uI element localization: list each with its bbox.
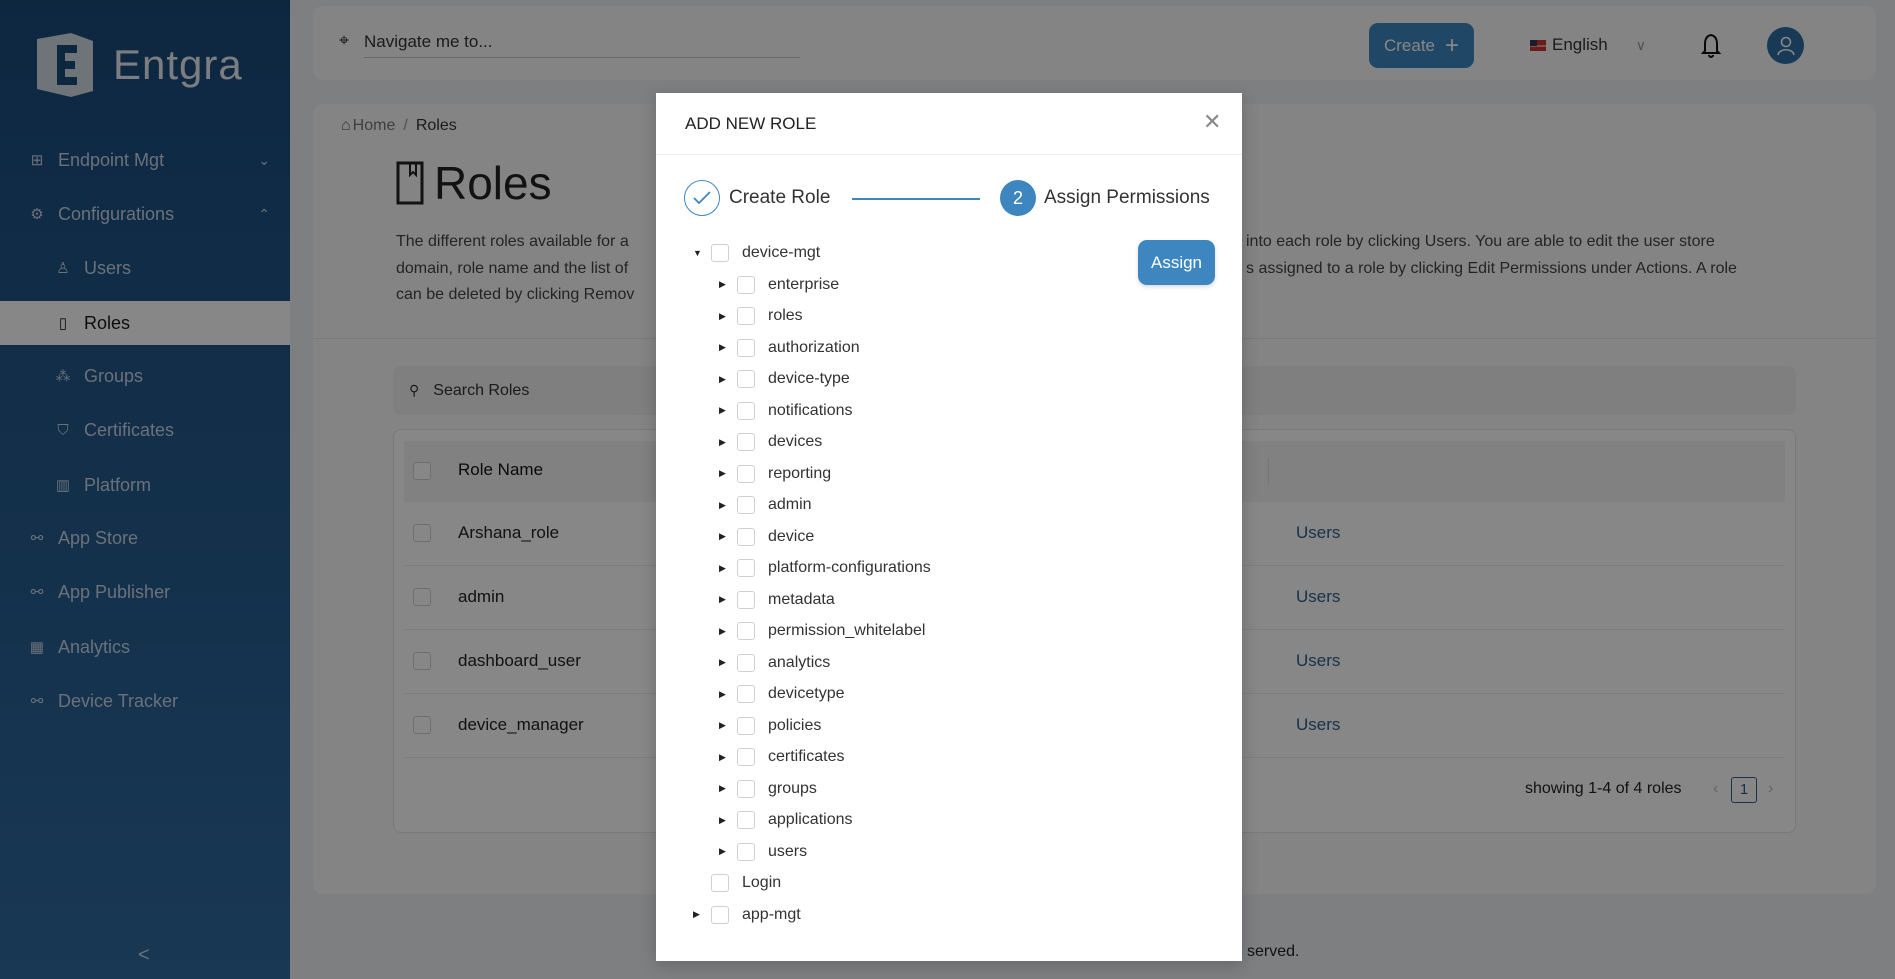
permission-label: reporting — [768, 464, 832, 482]
permission-label: enterprise — [768, 275, 840, 293]
permission-label: metadata — [768, 590, 835, 608]
permission-label: Login — [742, 874, 782, 891]
caret-right-icon[interactable]: ▶ — [719, 783, 729, 794]
tree-node: ▶ enterprise — [719, 273, 839, 297]
caret-right-icon[interactable]: ▶ — [719, 531, 729, 542]
permission-label: authorization — [768, 338, 860, 356]
caret-right-icon[interactable]: ▶ — [719, 500, 729, 511]
tree-node: Login — [693, 871, 781, 895]
step-create-role: Create Role — [729, 187, 831, 208]
permission-checkbox[interactable] — [737, 622, 755, 640]
permission-label: roles — [768, 307, 803, 324]
tree-node: ▶ roles — [719, 304, 803, 328]
permission-checkbox[interactable] — [737, 307, 755, 325]
permission-checkbox[interactable] — [737, 370, 755, 388]
permission-checkbox[interactable] — [711, 905, 729, 924]
caret-right-icon[interactable]: ▶ — [719, 752, 729, 763]
permission-label: platform-configurations — [768, 559, 931, 576]
caret-right-icon[interactable]: ▶ — [693, 909, 703, 920]
permission-label: policies — [768, 716, 822, 734]
tree-node: ▶ devicetype — [719, 682, 845, 706]
caret-right-icon[interactable]: ▶ — [719, 311, 729, 322]
tree-node: ▶ analytics — [719, 651, 830, 675]
permission-checkbox[interactable] — [737, 685, 755, 703]
permission-checkbox[interactable] — [737, 338, 755, 357]
step-connector — [852, 198, 980, 200]
step-done-check-icon — [684, 180, 720, 216]
permission-label: users — [768, 842, 808, 860]
permission-label: device — [768, 527, 815, 545]
permission-checkbox[interactable] — [737, 779, 755, 798]
step-assign-permissions: Assign Permissions — [1044, 187, 1210, 208]
permission-checkbox[interactable] — [737, 527, 755, 546]
tree-node: ▼ device-mgt — [693, 241, 820, 265]
caret-right-icon[interactable]: ▶ — [719, 846, 729, 857]
permission-label: device-type — [768, 370, 850, 387]
permission-checkbox[interactable] — [737, 842, 755, 861]
caret-right-icon[interactable]: ▶ — [719, 657, 729, 668]
permission-checkbox[interactable] — [737, 590, 755, 609]
tree-node: ▶ permission_whitelabel — [719, 619, 925, 643]
tree-node: ▶ notifications — [719, 399, 853, 423]
tree-node: ▶ admin — [719, 493, 812, 517]
permission-checkbox[interactable] — [737, 653, 755, 672]
caret-right-icon[interactable]: ▶ — [719, 594, 729, 605]
permission-checkbox[interactable] — [737, 433, 755, 451]
caret-right-icon[interactable]: ▶ — [719, 279, 729, 290]
permission-checkbox[interactable] — [737, 464, 755, 483]
caret-right-icon[interactable]: ▶ — [719, 374, 729, 385]
modal-header: ADD NEW ROLE ✕ — [656, 93, 1242, 155]
tree-node: ▶ metadata — [719, 588, 835, 612]
permission-label: notifications — [768, 401, 853, 419]
caret-right-icon[interactable]: ▶ — [719, 626, 729, 637]
tree-node: ▶ app-mgt — [693, 903, 801, 927]
permission-checkbox[interactable] — [737, 559, 755, 577]
caret-right-icon[interactable]: ▶ — [719, 720, 729, 731]
permission-checkbox[interactable] — [737, 716, 755, 735]
tree-node: ▶ authorization — [719, 336, 860, 360]
tree-node: ▶ device-type — [719, 367, 850, 391]
modal-title: ADD NEW ROLE — [685, 114, 817, 133]
permission-label: certificates — [768, 748, 845, 765]
permission-checkbox[interactable] — [737, 811, 755, 829]
tree-node: ▶ policies — [719, 714, 821, 738]
permission-checkbox[interactable] — [711, 874, 729, 892]
caret-right-icon[interactable]: ▶ — [719, 468, 729, 479]
caret-right-icon[interactable]: ▶ — [719, 563, 729, 574]
caret-down-icon[interactable]: ▼ — [693, 248, 703, 258]
tree-node: ▶ reporting — [719, 462, 831, 486]
permission-checkbox[interactable] — [711, 244, 729, 262]
permission-label: analytics — [768, 653, 831, 671]
tree-node: ▶ devices — [719, 430, 822, 454]
caret-right-icon[interactable]: ▶ — [719, 405, 729, 416]
step-number: 2 — [1000, 180, 1036, 216]
permission-checkbox[interactable] — [737, 401, 755, 420]
tree-node: ▶ groups — [719, 777, 817, 801]
caret-right-icon[interactable]: ▶ — [719, 815, 729, 826]
permission-label: devicetype — [768, 685, 845, 702]
permission-label: device-mgt — [742, 244, 821, 261]
tree-node: ▶ applications — [719, 808, 853, 832]
tree-node: ▶ users — [719, 840, 807, 864]
permission-label: app-mgt — [742, 905, 801, 923]
permission-checkbox[interactable] — [737, 275, 755, 294]
permission-label: permission_whitelabel — [768, 622, 926, 639]
tree-node: ▶ platform-configurations — [719, 556, 931, 580]
tree-node: ▶ certificates — [719, 745, 844, 769]
permission-label: applications — [768, 811, 853, 828]
permission-checkbox[interactable] — [737, 496, 755, 514]
permission-label: groups — [768, 779, 817, 797]
permission-checkbox[interactable] — [737, 748, 755, 766]
assign-button[interactable]: Assign — [1138, 240, 1215, 285]
caret-right-icon[interactable]: ▶ — [719, 437, 729, 448]
caret-right-icon[interactable]: ▶ — [719, 342, 729, 353]
tree-node: ▶ device — [719, 525, 814, 549]
close-icon[interactable]: ✕ — [1203, 109, 1221, 135]
permission-label: devices — [768, 433, 823, 450]
caret-right-icon[interactable]: ▶ — [719, 689, 729, 700]
permission-label: admin — [768, 496, 812, 513]
add-new-role-modal: ADD NEW ROLE ✕ Create Role 2 Assign Perm… — [656, 93, 1242, 961]
